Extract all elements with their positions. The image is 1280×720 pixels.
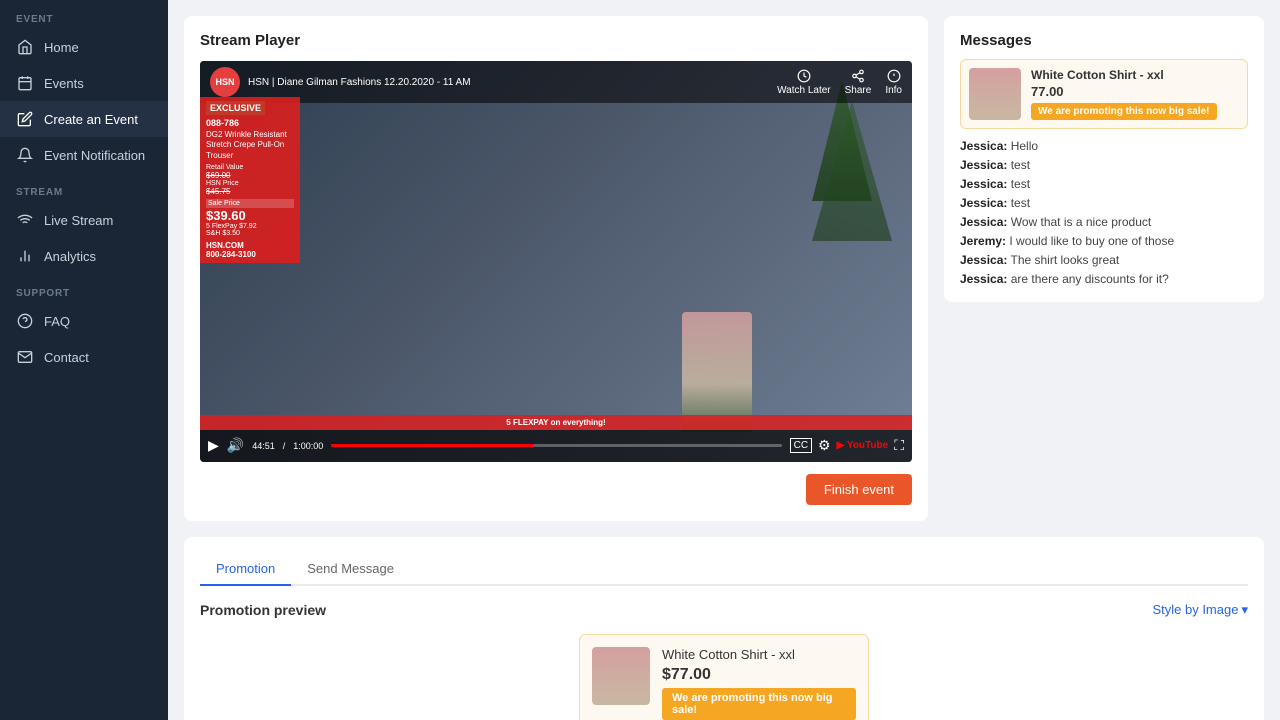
- sidebar-item-home-label: Home: [44, 40, 79, 55]
- preview-cta: We are promoting this now big sale!: [662, 688, 856, 720]
- chevron-down-icon: ▾: [1241, 602, 1248, 618]
- bar-chart-icon: [16, 247, 34, 265]
- chat-message-1: Jessica: test: [960, 158, 1248, 172]
- wifi-icon: [16, 211, 34, 229]
- sidebar-item-contact-label: Contact: [44, 350, 89, 365]
- main-content: Stream Player HSN HSN | Diane Gilman Fas…: [168, 0, 1280, 720]
- cc-button[interactable]: CC: [790, 438, 812, 453]
- chat-message-4: Jessica: Wow that is a nice product: [960, 215, 1248, 229]
- sidebar: EVENT Home Events Create an Event Event …: [0, 0, 168, 720]
- video-player[interactable]: HSN HSN | Diane Gilman Fashions 12.20.20…: [200, 61, 912, 462]
- sidebar-item-live-stream[interactable]: Live Stream: [0, 202, 168, 238]
- progress-bar[interactable]: [331, 444, 781, 447]
- progress-fill: [331, 444, 534, 447]
- sidebar-item-event-notification[interactable]: Event Notification: [0, 137, 168, 173]
- video-top-controls: Watch Later Share Info: [777, 69, 902, 96]
- settings-button[interactable]: ⚙: [818, 437, 831, 454]
- time-separator: /: [283, 441, 286, 451]
- sidebar-item-events-label: Events: [44, 76, 84, 91]
- promo-cta: We are promoting this now big sale!: [1031, 103, 1217, 120]
- sidebar-item-faq-label: FAQ: [44, 314, 70, 329]
- top-row: Stream Player HSN HSN | Diane Gilman Fas…: [184, 16, 1264, 521]
- mail-icon: [16, 348, 34, 366]
- sidebar-item-home[interactable]: Home: [0, 29, 168, 65]
- fullscreen-button[interactable]: ⛶: [894, 437, 904, 454]
- chat-message-2: Jessica: test: [960, 177, 1248, 191]
- promo-details: White Cotton Shirt - xxl 77.00 We are pr…: [1031, 68, 1239, 120]
- watch-later-btn[interactable]: Watch Later: [777, 69, 831, 96]
- youtube-logo: ▶ YouTube: [837, 440, 889, 451]
- video-product-panel: EXCLUSIVE 088-786 DG2 Wrinkle Resistant …: [200, 97, 300, 263]
- promotion-preview-header: Promotion preview Style by Image ▾: [200, 602, 1248, 618]
- sidebar-item-event-notification-label: Event Notification: [44, 148, 145, 163]
- info-btn[interactable]: Info: [885, 69, 902, 96]
- video-overlay: HSN HSN | Diane Gilman Fashions 12.20.20…: [200, 61, 912, 462]
- sidebar-item-analytics[interactable]: Analytics: [0, 238, 168, 274]
- preview-area: White Cotton Shirt - xxl $77.00 We are p…: [200, 634, 1248, 720]
- sidebar-section-stream: STREAM: [0, 173, 168, 202]
- preview-price: $77.00: [662, 666, 856, 684]
- sidebar-item-create-event-label: Create an Event: [44, 112, 138, 127]
- promo-message-card: White Cotton Shirt - xxl 77.00 We are pr…: [960, 59, 1248, 129]
- share-btn[interactable]: Share: [845, 69, 872, 96]
- volume-button[interactable]: 🔊: [227, 437, 244, 454]
- time-total: 1:00:00: [293, 441, 323, 451]
- sidebar-section-event: EVENT: [0, 0, 168, 29]
- bell-icon: [16, 146, 34, 164]
- finish-event-button[interactable]: Finish event: [806, 474, 912, 505]
- video-bottom-strip: 5 FLEXPAY on everything!: [200, 415, 912, 430]
- chat-message-5: Jeremy: I would like to buy one of those: [960, 234, 1248, 248]
- sidebar-item-live-stream-label: Live Stream: [44, 213, 113, 228]
- sidebar-item-faq[interactable]: FAQ: [0, 303, 168, 339]
- style-by-image-btn[interactable]: Style by Image ▾: [1152, 602, 1248, 618]
- sidebar-item-contact[interactable]: Contact: [0, 339, 168, 375]
- exclusive-badge: EXCLUSIVE: [206, 101, 265, 115]
- preview-details: White Cotton Shirt - xxl $77.00 We are p…: [662, 647, 856, 720]
- stream-player-title: Stream Player: [200, 32, 912, 49]
- hsn-logo: HSN: [210, 67, 240, 97]
- video-controls: ▶ 🔊 44:51 / 1:00:00 CC ⚙ ▶ YouTube ⛶: [200, 430, 912, 462]
- play-button[interactable]: ▶: [208, 437, 219, 454]
- chat-message-6: Jessica: The shirt looks great: [960, 253, 1248, 267]
- video-title-text: HSN | Diane Gilman Fashions 12.20.2020 -…: [248, 77, 471, 88]
- chat-message-0: Jessica: Hello: [960, 139, 1248, 153]
- sidebar-item-analytics-label: Analytics: [44, 249, 96, 264]
- promo-thumbnail: [969, 68, 1021, 120]
- messages-title: Messages: [960, 32, 1248, 49]
- promotion-card: Promotion Send Message Promotion preview…: [184, 537, 1264, 720]
- promo-product-name: White Cotton Shirt - xxl: [1031, 68, 1239, 82]
- promo-price: 77.00: [1031, 84, 1239, 99]
- sidebar-item-events[interactable]: Events: [0, 65, 168, 101]
- finish-btn-row: Finish event: [200, 474, 912, 505]
- stream-player-card: Stream Player HSN HSN | Diane Gilman Fas…: [184, 16, 928, 521]
- time-current: 44:51: [252, 441, 275, 451]
- tab-bar: Promotion Send Message: [200, 553, 1248, 586]
- video-top-bar: HSN HSN | Diane Gilman Fashions 12.20.20…: [200, 61, 912, 103]
- sidebar-section-support: SUPPORT: [0, 274, 168, 303]
- question-icon: [16, 312, 34, 330]
- chat-message-3: Jessica: test: [960, 196, 1248, 210]
- preview-product-name: White Cotton Shirt - xxl: [662, 647, 856, 662]
- messages-card: Messages White Cotton Shirt - xxl 77.00 …: [944, 16, 1264, 302]
- home-icon: [16, 38, 34, 56]
- chat-messages: Jessica: Hello Jessica: test Jessica: te…: [960, 139, 1248, 286]
- sidebar-item-create-event[interactable]: Create an Event: [0, 101, 168, 137]
- edit-icon: [16, 110, 34, 128]
- promotion-preview-title: Promotion preview: [200, 602, 326, 618]
- chat-message-7: Jessica: are there any discounts for it?: [960, 272, 1248, 286]
- promotion-preview-card: White Cotton Shirt - xxl $77.00 We are p…: [579, 634, 869, 720]
- tab-send-message[interactable]: Send Message: [291, 553, 410, 586]
- calendar-icon: [16, 74, 34, 92]
- preview-thumbnail: [592, 647, 650, 705]
- tab-promotion[interactable]: Promotion: [200, 553, 291, 586]
